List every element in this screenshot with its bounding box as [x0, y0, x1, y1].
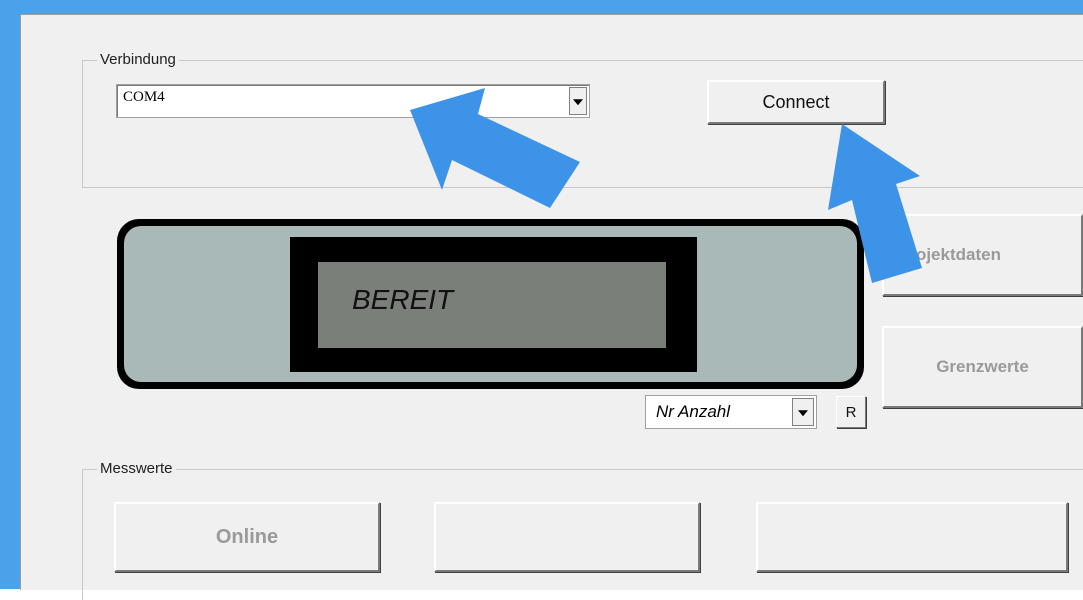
grenzwerte-label: Grenzwerte: [936, 357, 1029, 376]
lcd-display: BEREIT: [117, 219, 864, 389]
window-title-bar: [0, 0, 1083, 14]
messwerte-label: Messwerte: [97, 460, 176, 478]
combo-dropdown-icon[interactable]: [792, 398, 814, 426]
pointer-arrow-icon: [410, 88, 580, 208]
verbindung-label: Verbindung: [97, 51, 179, 69]
reset-button[interactable]: R: [836, 396, 866, 428]
com-port-value: COM4: [123, 89, 165, 105]
connect-button-label: Connect: [762, 91, 830, 112]
messwerte-button-2[interactable]: [434, 502, 700, 572]
lcd-screen: BEREIT: [318, 262, 666, 348]
reset-button-label: R: [845, 403, 857, 421]
window-left-frame: [0, 0, 20, 589]
lcd-bezel: BEREIT: [290, 237, 697, 372]
lcd-body: BEREIT: [124, 226, 857, 382]
counter-mode-value: Nr Anzahl: [656, 402, 731, 421]
app-window: Verbindung COM4 Connect Projektdaten Gre…: [0, 0, 1083, 600]
online-button-label: Online: [215, 525, 279, 548]
online-button[interactable]: Online: [114, 502, 380, 572]
pointer-arrow-icon: [828, 124, 922, 283]
grenzwerte-button[interactable]: Grenzwerte: [882, 326, 1083, 408]
messwerte-button-3[interactable]: [756, 502, 1068, 572]
lcd-status-text: BEREIT: [352, 284, 454, 315]
counter-mode-select[interactable]: Nr Anzahl: [645, 395, 817, 429]
